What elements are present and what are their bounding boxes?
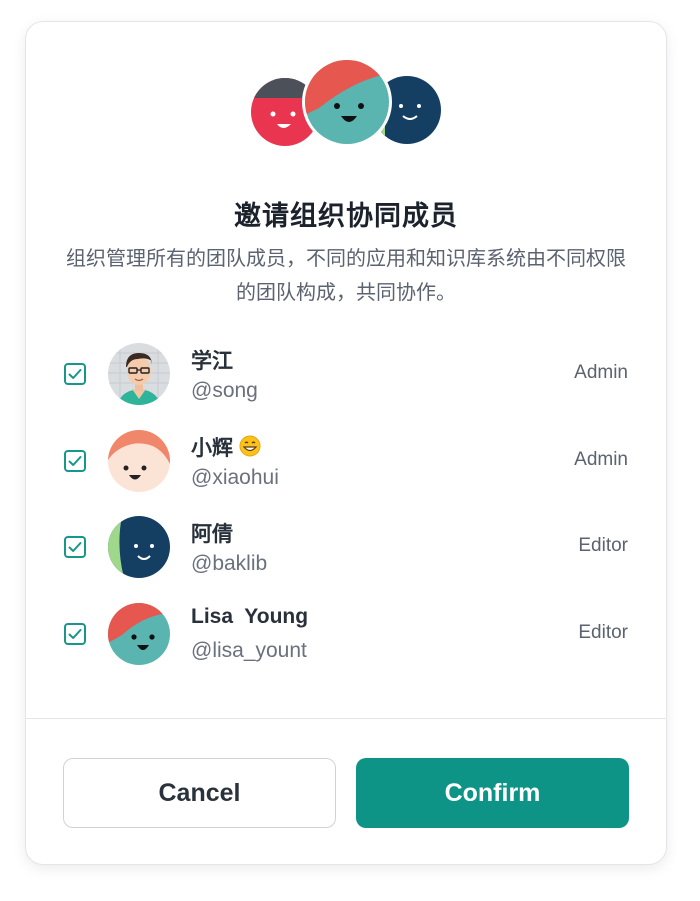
invite-dialog: 邀请组织协同成员 组织管理所有的团队成员，不同的应用和知识库系统由不同权限的团队…	[25, 21, 667, 865]
member-checkbox[interactable]	[64, 450, 86, 472]
member-handle: @lisa_yount	[191, 639, 307, 662]
member-name: Lisa Young	[191, 605, 309, 628]
teal-face-avatar	[108, 603, 170, 665]
check-icon	[68, 456, 82, 466]
team-faces-illustration	[251, 58, 441, 147]
member-name: 小辉	[191, 432, 261, 462]
member-name: 阿倩	[191, 523, 233, 546]
member-name: 学江	[191, 350, 233, 373]
footer-divider	[26, 718, 666, 719]
member-row: 阿倩 @baklib Editor	[62, 512, 628, 582]
member-role[interactable]: Admin	[574, 449, 628, 471]
dialog-title: 邀请组织协同成员	[234, 201, 458, 231]
member-handle: @baklib	[191, 552, 268, 575]
confirm-button[interactable]: Confirm	[356, 758, 629, 828]
man-glasses-avatar	[108, 343, 170, 405]
check-icon	[68, 542, 82, 552]
cancel-button[interactable]: Cancel	[63, 758, 336, 828]
member-checkbox[interactable]	[64, 363, 86, 385]
member-row: Lisa Young @lisa_yount Editor	[62, 599, 628, 669]
check-icon	[68, 629, 82, 639]
member-handle: @xiaohui	[191, 466, 279, 489]
member-row: 小辉 @xiaohui Admin	[62, 426, 628, 496]
peach-face-avatar	[108, 430, 170, 492]
member-row: 学江 @song Admin	[62, 339, 628, 409]
member-handle: @song	[191, 379, 258, 402]
check-icon	[68, 369, 82, 379]
member-checkbox[interactable]	[64, 623, 86, 645]
member-role[interactable]: Admin	[574, 362, 628, 384]
grinning-emoji-icon	[239, 435, 261, 457]
member-role[interactable]: Editor	[578, 535, 628, 557]
dialog-description: 组织管理所有的团队成员，不同的应用和知识库系统由不同权限的团队构成，共同协作。	[66, 248, 626, 304]
member-checkbox[interactable]	[64, 536, 86, 558]
navy-face-avatar	[108, 516, 170, 578]
member-role[interactable]: Editor	[578, 622, 628, 644]
